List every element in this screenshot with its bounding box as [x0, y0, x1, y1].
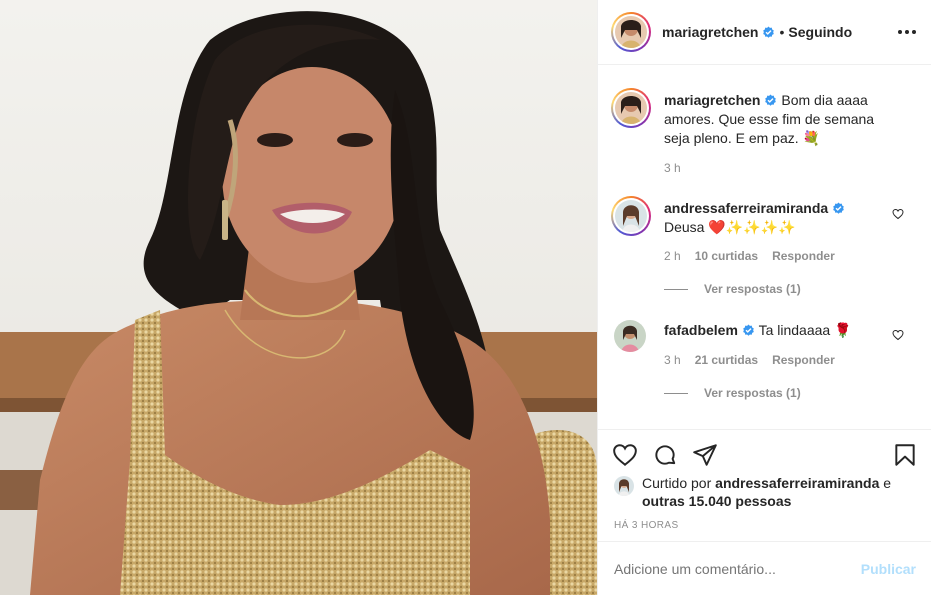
comment-text-block: fafadbelem Ta lindaaaa 🌹: [664, 321, 894, 340]
view-replies-label: Ver respostas (1): [704, 282, 801, 296]
post-actions: Curtido por andressaferreiramiranda e ou…: [598, 429, 931, 541]
replies-divider: [664, 288, 688, 290]
caption-avatar-image: [615, 92, 647, 124]
comment-like-heart-icon[interactable]: [892, 208, 904, 220]
comment-likes[interactable]: 10 curtidas: [695, 249, 758, 263]
liked-by-avatar-image: [614, 476, 634, 496]
view-replies-button[interactable]: Ver respostas (1): [664, 282, 801, 296]
publish-button[interactable]: Publicar: [861, 561, 916, 577]
bookmark-icon[interactable]: [892, 442, 918, 468]
heart-icon[interactable]: [612, 442, 638, 468]
author-username[interactable]: mariagretchen: [662, 24, 758, 40]
comment-text: Deusa ❤️✨✨✨✨: [664, 219, 796, 235]
liked-by-prefix: Curtido por: [642, 475, 712, 491]
verified-badge-icon: [743, 324, 754, 336]
liked-by-avatar[interactable]: [614, 476, 634, 496]
author-avatar[interactable]: [611, 12, 651, 52]
comment-avatar[interactable]: [611, 196, 651, 236]
caption-text-block: mariagretchen Bom dia aaaa amores. Que e…: [664, 91, 894, 148]
caption-username[interactable]: mariagretchen: [664, 92, 760, 108]
comment-username[interactable]: fafadbelem: [664, 322, 738, 338]
post-timestamp[interactable]: HÁ 3 HORAS: [614, 520, 679, 531]
view-replies-button[interactable]: Ver respostas (1): [664, 386, 801, 400]
comments-section[interactable]: mariagretchen Bom dia aaaa amores. Que e…: [598, 66, 931, 429]
author-avatar-image: [615, 16, 647, 48]
caption-time[interactable]: 3 h: [664, 161, 681, 175]
comment-time[interactable]: 2 h: [664, 249, 681, 263]
comment-avatar[interactable]: [614, 320, 646, 352]
comment-text: Ta lindaaaa 🌹: [758, 322, 852, 338]
comment-bubble-icon[interactable]: [652, 442, 678, 468]
instagram-post-modal: mariagretchen • Seguindo mariagretchen B…: [0, 0, 931, 595]
verified-badge-icon: [765, 94, 777, 106]
comment-time[interactable]: 3 h: [664, 353, 681, 367]
comment-text-block: andressaferreiramiranda Deusa ❤️✨✨✨✨: [664, 199, 894, 237]
photo-illustration: [0, 0, 597, 595]
liked-by: Curtido por andressaferreiramiranda e ou…: [614, 474, 902, 510]
liked-by-and: e: [883, 475, 892, 491]
view-replies-label: Ver respostas (1): [704, 386, 801, 400]
liked-by-others[interactable]: outras 15.040 pessoas: [642, 493, 791, 509]
post-photo[interactable]: [0, 0, 597, 595]
caption-meta: 3 h: [664, 161, 681, 175]
header-separator: •: [779, 24, 785, 40]
comment-avatar-image: [615, 200, 647, 232]
caption-avatar[interactable]: [611, 88, 651, 128]
verified-badge-icon: [763, 26, 775, 38]
comment-meta: 2 h 10 curtidas Responder: [664, 249, 835, 263]
reply-button[interactable]: Responder: [772, 249, 835, 263]
following-button[interactable]: Seguindo: [788, 24, 852, 40]
paper-plane-icon[interactable]: [692, 442, 718, 468]
verified-badge-icon: [833, 202, 845, 214]
post-side-panel: mariagretchen • Seguindo mariagretchen B…: [597, 0, 931, 595]
post-header: mariagretchen • Seguindo: [598, 0, 931, 65]
add-comment-bar: Publicar: [598, 541, 931, 595]
comment-input[interactable]: [614, 558, 861, 579]
comment-likes[interactable]: 21 curtidas: [695, 353, 758, 367]
comment-username[interactable]: andressaferreiramiranda: [664, 200, 828, 216]
comment-like-heart-icon[interactable]: [892, 329, 904, 341]
liked-by-user[interactable]: andressaferreiramiranda: [715, 475, 879, 491]
more-options-icon[interactable]: [896, 22, 918, 42]
reply-button[interactable]: Responder: [772, 353, 835, 367]
comment-avatar-image: [614, 320, 646, 352]
replies-divider: [664, 392, 688, 394]
comment-meta: 3 h 21 curtidas Responder: [664, 353, 835, 367]
